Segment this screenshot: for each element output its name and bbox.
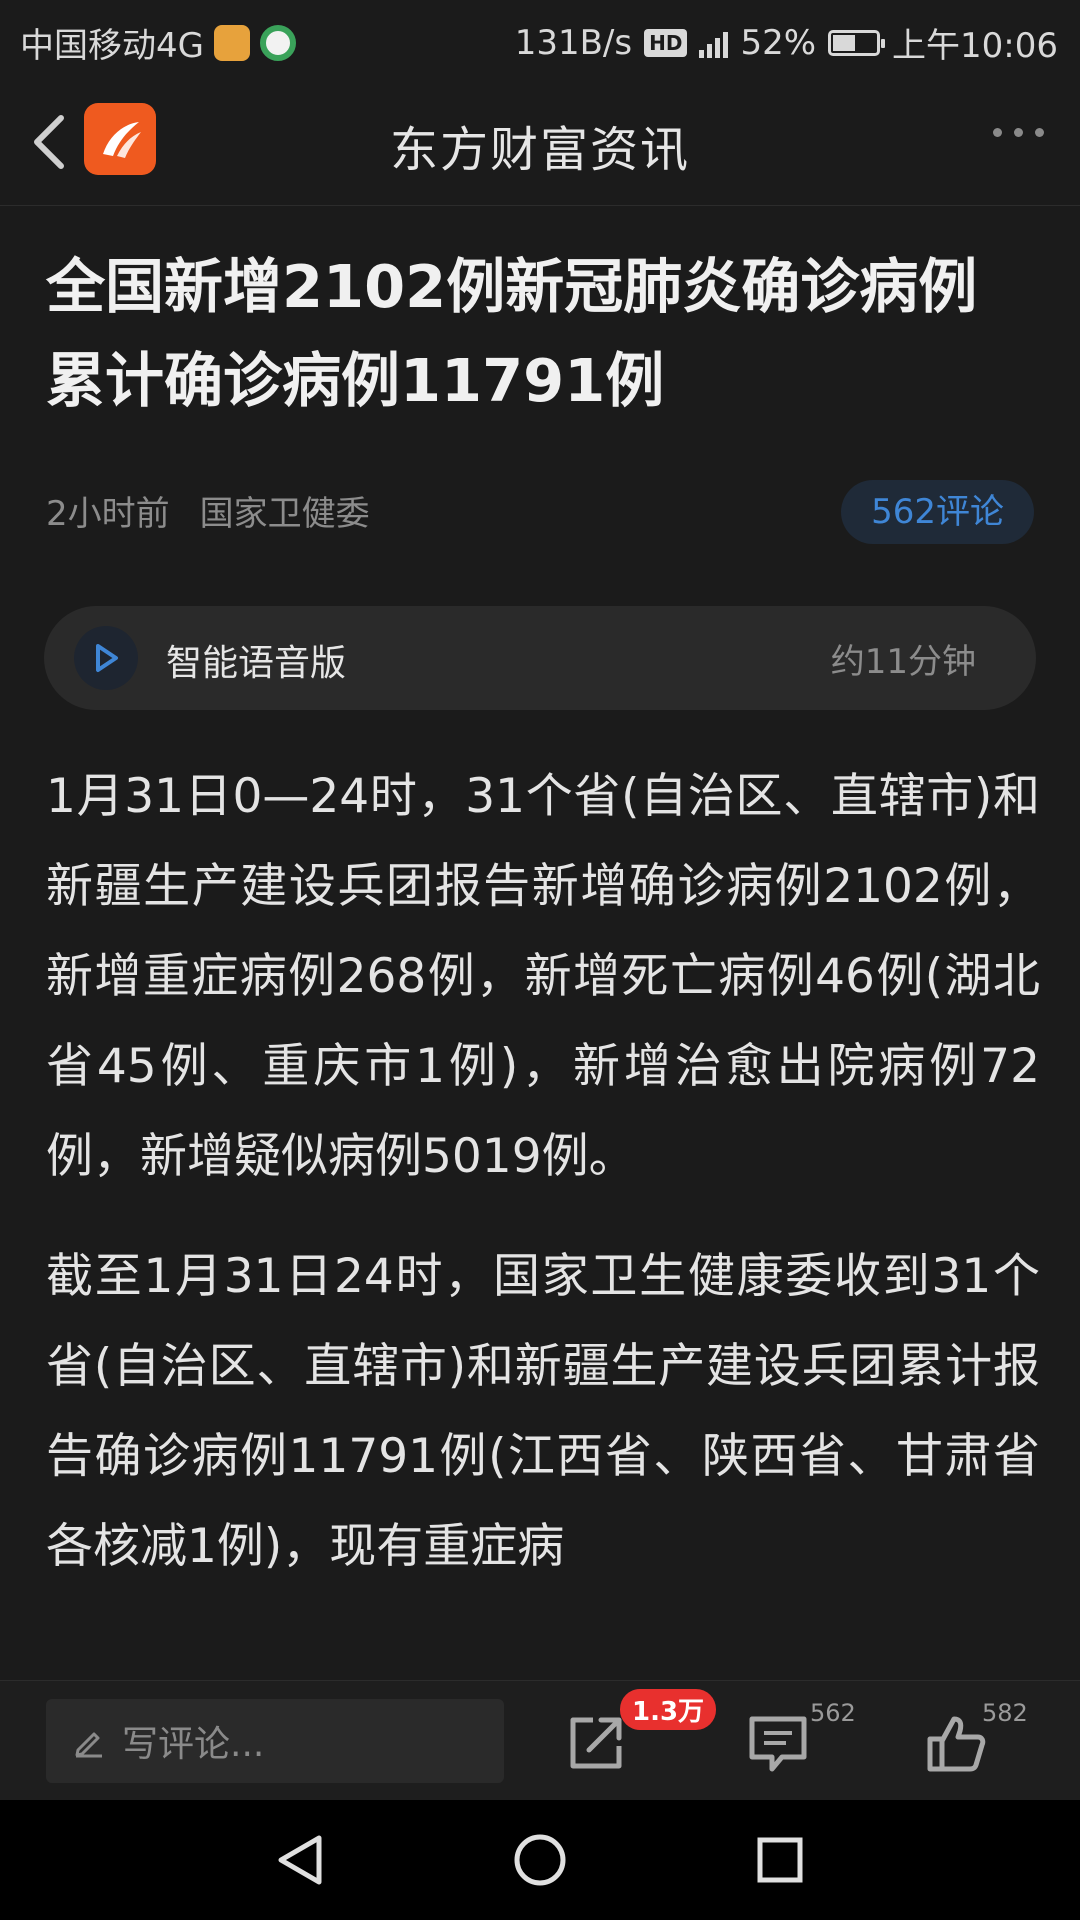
notification-app-icon [213,24,250,61]
battery-icon [828,29,886,56]
article-paragraph: 截至1月31日24时，国家卫生健康委收到31个省(自治区、直辖市)和新疆生产建设… [46,1249,1040,1574]
article-source[interactable]: 国家卫健委 [200,486,370,535]
status-bar: 中国移动4G 131B/s HD 52% 上午10:06 [0,0,1080,76]
article-meta: 2小时前 国家卫健委 [46,486,370,535]
headline-line: 累计确诊病例11791例 [46,346,665,415]
system-home-button[interactable] [510,1830,570,1890]
carrier-label: 中国移动4G [20,26,204,66]
article-headline: 全国新增2102例新冠肺炎确诊病例 累计确诊病例11791例 [46,240,1036,428]
nav-bar: 东方财富资讯 [0,76,1080,206]
comment-input[interactable]: 写评论... [46,1699,504,1783]
triangle-back-icon [278,1835,322,1885]
system-nav-bar [0,1800,1080,1920]
action-bar: 写评论... 1.3万 562 582 [0,1680,1080,1800]
more-options-button[interactable] [993,128,1044,137]
publish-time: 2小时前 [46,494,170,534]
comments-count-button[interactable]: 562评论 [841,480,1034,544]
hd-badge: HD [644,28,688,57]
like-count: 582 [982,1699,1028,1727]
square-recents-icon [757,1837,803,1883]
pencil-icon [75,1732,102,1758]
comment-icon [749,1716,807,1772]
circle-home-icon [514,1834,566,1886]
thumbs-up-icon [927,1716,986,1772]
signal-icon [699,28,729,58]
clock: 上午10:06 [892,26,1058,66]
network-speed: 131B/s [514,22,633,63]
system-back-button[interactable] [270,1830,330,1890]
audio-label: 智能语音版 [166,643,347,684]
page-title: 东方财富资讯 [389,122,690,178]
notification-app-icon-2 [259,24,296,61]
article-body: 1月31日0—24时，31个省(自治区、直辖市)和新疆生产建设兵团报告新增确诊病… [46,752,1040,1672]
battery-percent: 52% [740,22,817,63]
comments-button[interactable] [738,1703,818,1783]
article-paragraph: 1月31日0—24时，31个省(自治区、直辖市)和新疆生产建设兵团报告新增确诊病… [46,769,1040,1184]
audio-player[interactable]: 智能语音版 约11分钟 [44,606,1036,710]
comment-placeholder: 写评论... [122,1724,265,1765]
share-count-badge: 1.3万 [620,1689,717,1730]
system-recents-button[interactable] [750,1830,810,1890]
share-icon [570,1717,622,1769]
headline-line: 全国新增2102例新冠肺炎确诊病例 [46,252,978,321]
play-icon [96,644,118,672]
comment-count: 562 [810,1699,856,1727]
play-button[interactable] [74,626,138,690]
audio-duration: 约11分钟 [830,642,976,682]
